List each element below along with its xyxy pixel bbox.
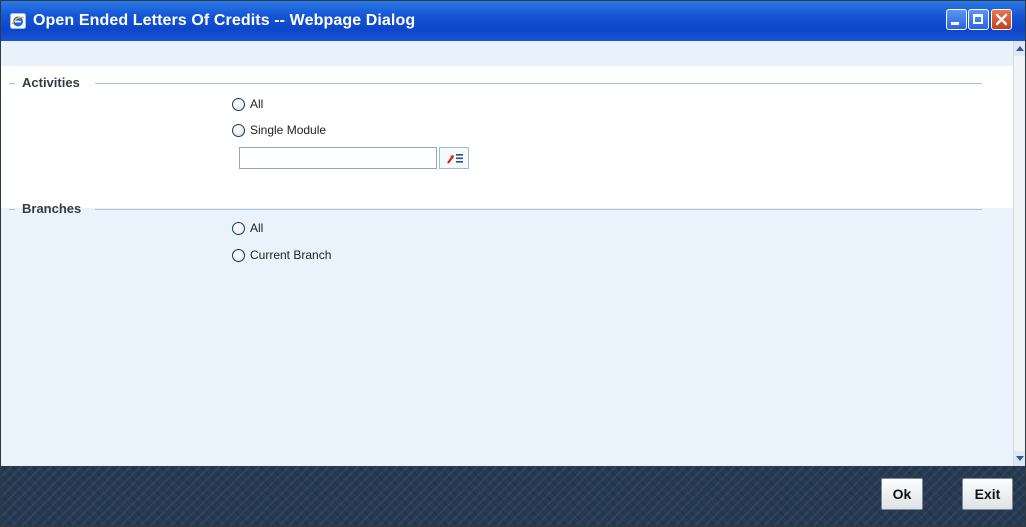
branches-line-left <box>9 209 15 210</box>
title-bar[interactable]: Open Ended Letters Of Credits -- Webpage… <box>1 1 1025 41</box>
scroll-up-button[interactable] <box>1014 41 1025 56</box>
activities-all-radio[interactable] <box>232 97 245 111</box>
activities-line-left <box>9 83 15 84</box>
branches-band <box>1 208 1013 466</box>
content-header-band <box>1 41 1013 66</box>
maximize-button[interactable] <box>968 9 989 30</box>
branches-all-option[interactable]: All <box>232 221 263 235</box>
dialog-footer: Ok Exit <box>1 466 1025 526</box>
close-icon <box>995 13 1008 26</box>
activities-all-label: All <box>250 97 264 111</box>
current-branch-option[interactable]: Current Branch <box>232 248 331 262</box>
vertical-scrollbar[interactable] <box>1013 41 1025 466</box>
exit-button[interactable]: Exit <box>962 478 1013 510</box>
activities-single-module-option[interactable]: Single Module <box>232 123 326 137</box>
single-module-label: Single Module <box>250 123 327 137</box>
dialog-window: Open Ended Letters Of Credits -- Webpage… <box>0 0 1026 527</box>
ok-button[interactable]: Ok <box>881 478 923 510</box>
branches-all-radio[interactable] <box>232 221 245 235</box>
list-of-values-button[interactable] <box>439 147 469 169</box>
current-branch-label: Current Branch <box>250 248 332 262</box>
list-of-values-icon <box>447 154 463 164</box>
activities-line <box>95 83 982 84</box>
module-input[interactable] <box>239 147 437 169</box>
close-button[interactable] <box>991 9 1012 30</box>
branches-legend: Branches <box>22 201 82 216</box>
minimize-button[interactable] <box>946 9 967 30</box>
branches-all-label: All <box>250 221 264 235</box>
current-branch-radio[interactable] <box>232 248 245 262</box>
scroll-down-button[interactable] <box>1014 451 1025 466</box>
single-module-radio[interactable] <box>232 123 245 137</box>
activities-legend: Activities <box>22 75 80 90</box>
window-title: Open Ended Letters Of Credits -- Webpage… <box>33 12 416 29</box>
dialog-content: Activities All Single Module Branches Al… <box>1 41 1013 466</box>
ie-icon <box>10 13 26 29</box>
activities-all-option[interactable]: All <box>232 97 263 111</box>
branches-line <box>95 209 982 210</box>
